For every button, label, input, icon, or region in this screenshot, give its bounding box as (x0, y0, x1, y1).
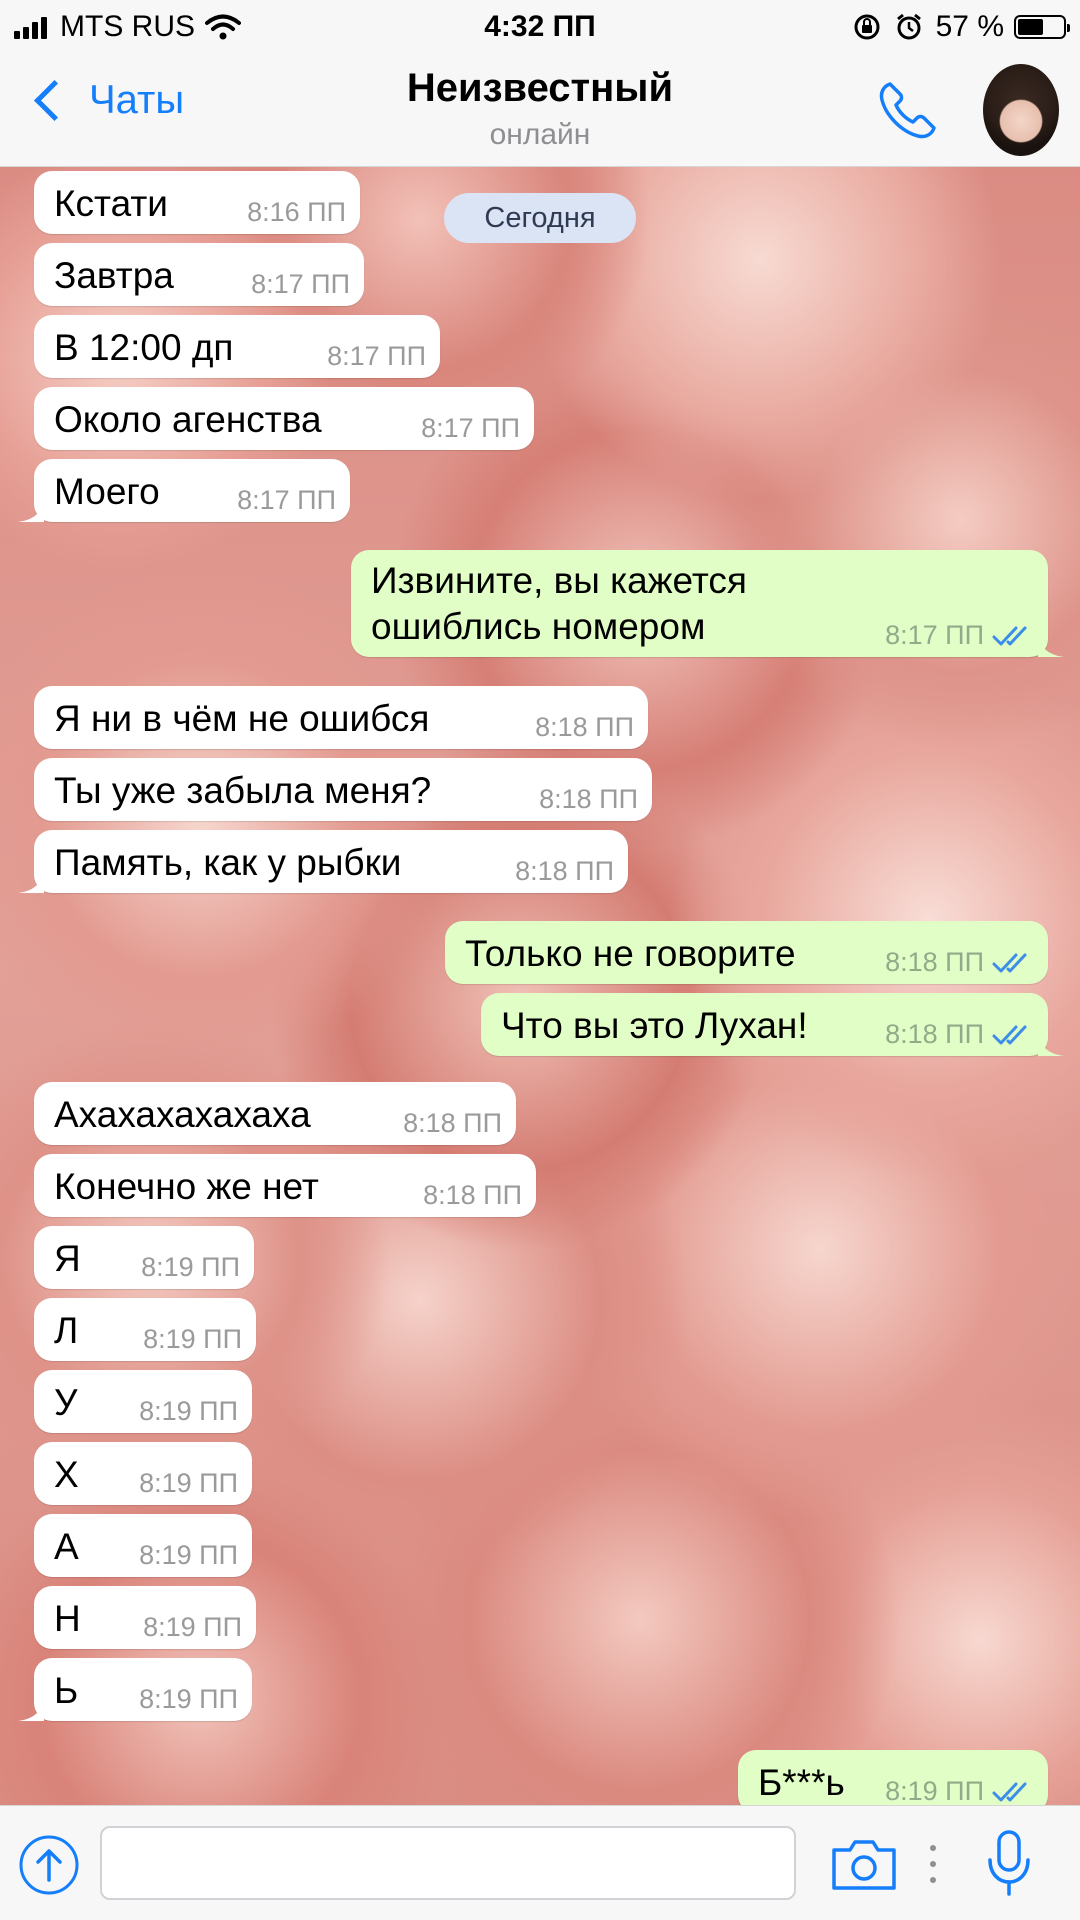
message-list[interactable]: Сегодня Кстати 8:16 ПП Завтра 8:17 ПП В 12:0… (0, 167, 1080, 1805)
message-time: 8:18 ПП (423, 1180, 522, 1210)
message-time: 8:18 ПП (403, 1108, 502, 1138)
message-text: Я (54, 1238, 81, 1279)
message-time: 8:17 ПП (421, 413, 520, 443)
incoming-message[interactable]: В 12:00 дп 8:17 ПП (34, 315, 440, 378)
message-time: 8:18 ПП (885, 1019, 984, 1049)
message-time: 8:19 ПП (139, 1396, 238, 1426)
message-time: 8:19 ПП (141, 1252, 240, 1282)
message-text: Около агенства (54, 399, 322, 440)
double-check-icon (992, 1782, 1027, 1802)
message-time: 8:18 ПП (515, 856, 614, 886)
incoming-message[interactable]: Ахахахахахаха 8:18 ПП (34, 1082, 516, 1145)
nav-bar: Чаты Неизвестный онлайн (0, 56, 1080, 167)
incoming-message[interactable]: Около агенства 8:17 ПП (34, 387, 534, 450)
incoming-message[interactable]: Конечно же нет 8:18 ПП (34, 1154, 536, 1217)
outgoing-message[interactable]: Б***ь 8:19 ПП (738, 1750, 1048, 1805)
message-text: Извините, вы кажется (371, 560, 747, 601)
battery-icon (1014, 15, 1070, 39)
message-time: 8:18 ПП (885, 947, 984, 977)
message-text: Ахахахахахаха (54, 1094, 311, 1135)
message-time: 8:19 ПП (143, 1612, 242, 1642)
incoming-message[interactable]: Ты уже забыла меня? 8:18 ПП (34, 758, 652, 821)
message-text: А (54, 1526, 79, 1567)
microphone-icon[interactable] (984, 1828, 1034, 1900)
message-text: Моего (54, 471, 160, 512)
message-time: 8:19 ПП (139, 1468, 238, 1498)
double-check-icon (992, 953, 1027, 973)
message-text: Ты уже забыла меня? (54, 770, 432, 811)
message-text: Н (54, 1598, 81, 1639)
contact-avatar[interactable] (983, 64, 1059, 156)
outgoing-message[interactable]: Что вы это Лухан! 8:18 ПП (481, 993, 1064, 1056)
message-text: Ь (54, 1670, 79, 1711)
message-time: 8:17 ПП (251, 269, 350, 299)
input-bar (0, 1805, 1080, 1920)
message-text: Только не говорите (465, 933, 796, 974)
bubble-tail (18, 871, 44, 893)
message-time: 8:19 ПП (885, 1776, 984, 1805)
message-text: В 12:00 дп (54, 327, 234, 368)
incoming-message[interactable]: А 8:19 ПП (34, 1514, 252, 1577)
message-text: Конечно же нет (54, 1166, 319, 1207)
outgoing-message[interactable]: Извините, вы кажется ошиблись номером 8:17… (351, 550, 1064, 657)
phone-icon[interactable] (876, 78, 940, 142)
message-text: Л (54, 1310, 79, 1351)
message-text: Завтра (54, 255, 174, 296)
incoming-message[interactable]: Моего 8:17 ПП (18, 459, 350, 522)
message-text: Кстати (54, 183, 168, 224)
outgoing-message[interactable]: Только не говорите 8:18 ПП (445, 921, 1048, 984)
message-time: 8:19 ПП (143, 1324, 242, 1354)
bubble-tail (1038, 1791, 1046, 1805)
message-time: 8:17 ПП (237, 485, 336, 515)
date-separator: Сегодня (444, 193, 636, 243)
incoming-message[interactable]: Ь 8:19 ПП (18, 1658, 252, 1721)
double-check-icon (992, 1025, 1027, 1045)
message-text: Б***ь (758, 1762, 845, 1803)
bubble-tail (1038, 1034, 1064, 1056)
message-text: Я ни в чём не ошибся (54, 698, 430, 739)
message-text: ошиблись номером (371, 606, 706, 647)
message-time: 8:19 ПП (139, 1684, 238, 1714)
message-text: Х (54, 1454, 79, 1495)
message-time: 8:17 ПП (885, 620, 984, 650)
message-time: 8:16 ПП (247, 197, 346, 227)
status-bar: MTS RUS 4:32 ПП 57 % (0, 0, 1080, 56)
message-time: 8:19 ПП (139, 1540, 238, 1570)
battery-percent: 57 % (935, 10, 1004, 43)
incoming-message[interactable]: Я 8:19 ПП (34, 1226, 254, 1289)
upload-arrow-icon[interactable] (18, 1834, 80, 1896)
bubble-tail (1038, 635, 1064, 657)
incoming-message[interactable]: Л 8:19 ПП (34, 1298, 256, 1361)
message-text: Что вы это Лухан! (501, 1005, 808, 1046)
alarm-icon (896, 13, 921, 40)
incoming-message[interactable]: Кстати 8:16 ПП (34, 171, 360, 234)
message-time: 8:18 ПП (539, 784, 638, 814)
incoming-message[interactable]: Я ни в чём не ошибся 8:18 ПП (34, 686, 648, 749)
double-check-icon (992, 626, 1027, 646)
message-text: У (54, 1382, 78, 1423)
status-right: 57 % (852, 10, 1070, 44)
camera-icon[interactable] (830, 1836, 898, 1892)
incoming-message[interactable]: Завтра 8:17 ПП (34, 243, 364, 306)
bubble-tail (18, 500, 44, 522)
bubble-tail (18, 1699, 44, 1721)
rotation-lock-icon (854, 14, 880, 40)
message-text: Память, как у рыбки (54, 842, 402, 883)
message-time: 8:17 ПП (327, 341, 426, 371)
incoming-message[interactable]: Память, как у рыбки 8:18 ПП (18, 830, 628, 893)
more-dots-icon[interactable] (928, 1842, 938, 1886)
incoming-message[interactable]: Н 8:19 ПП (34, 1586, 256, 1649)
message-input[interactable] (100, 1826, 796, 1900)
message-time: 8:18 ПП (535, 712, 634, 742)
battery-level (1018, 19, 1043, 35)
incoming-message[interactable]: У 8:19 ПП (34, 1370, 252, 1433)
incoming-message[interactable]: Х 8:19 ПП (34, 1442, 252, 1505)
chat-screen: MTS RUS 4:32 ПП 57 % Чаты Неизвестный он… (0, 0, 1080, 1920)
